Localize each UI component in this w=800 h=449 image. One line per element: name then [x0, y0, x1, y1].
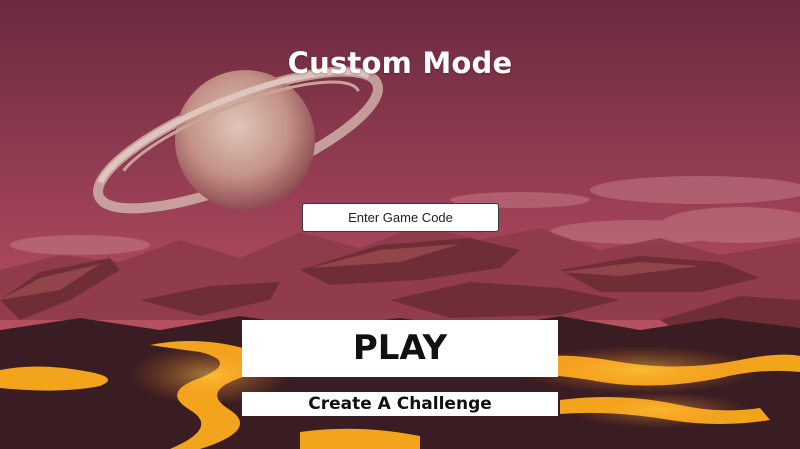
play-button[interactable]: PLAY: [242, 320, 558, 377]
create-challenge-button[interactable]: Create A Challenge: [242, 392, 558, 416]
game-code-input[interactable]: [302, 203, 499, 232]
page-title: Custom Mode: [287, 46, 513, 80]
